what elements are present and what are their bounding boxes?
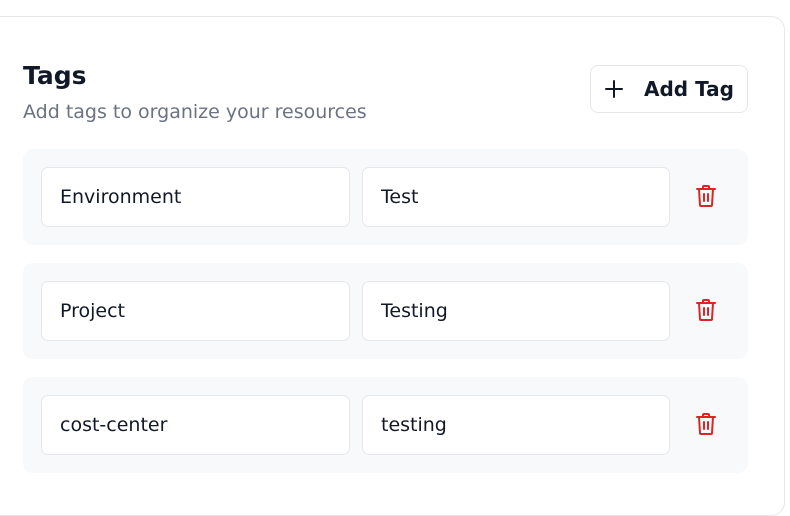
delete-tag-button[interactable] xyxy=(692,182,720,212)
trash-icon xyxy=(695,412,717,439)
tag-row xyxy=(23,377,748,473)
plus-icon xyxy=(604,79,624,99)
add-tag-button[interactable]: Add Tag xyxy=(590,65,748,113)
tag-key-input[interactable] xyxy=(41,167,350,227)
tag-key-input[interactable] xyxy=(41,395,350,455)
tag-value-input[interactable] xyxy=(362,281,670,341)
delete-tag-button[interactable] xyxy=(692,296,720,326)
trash-icon xyxy=(695,184,717,211)
delete-tag-button[interactable] xyxy=(692,410,720,440)
section-subtitle: Add tags to organize your resources xyxy=(23,101,367,123)
tag-value-input[interactable] xyxy=(362,167,670,227)
section-title: Tags xyxy=(23,61,87,90)
trash-icon xyxy=(695,298,717,325)
add-tag-label: Add Tag xyxy=(644,77,734,101)
tag-value-input[interactable] xyxy=(362,395,670,455)
tag-key-input[interactable] xyxy=(41,281,350,341)
tag-row xyxy=(23,263,748,359)
tag-row xyxy=(23,149,748,245)
